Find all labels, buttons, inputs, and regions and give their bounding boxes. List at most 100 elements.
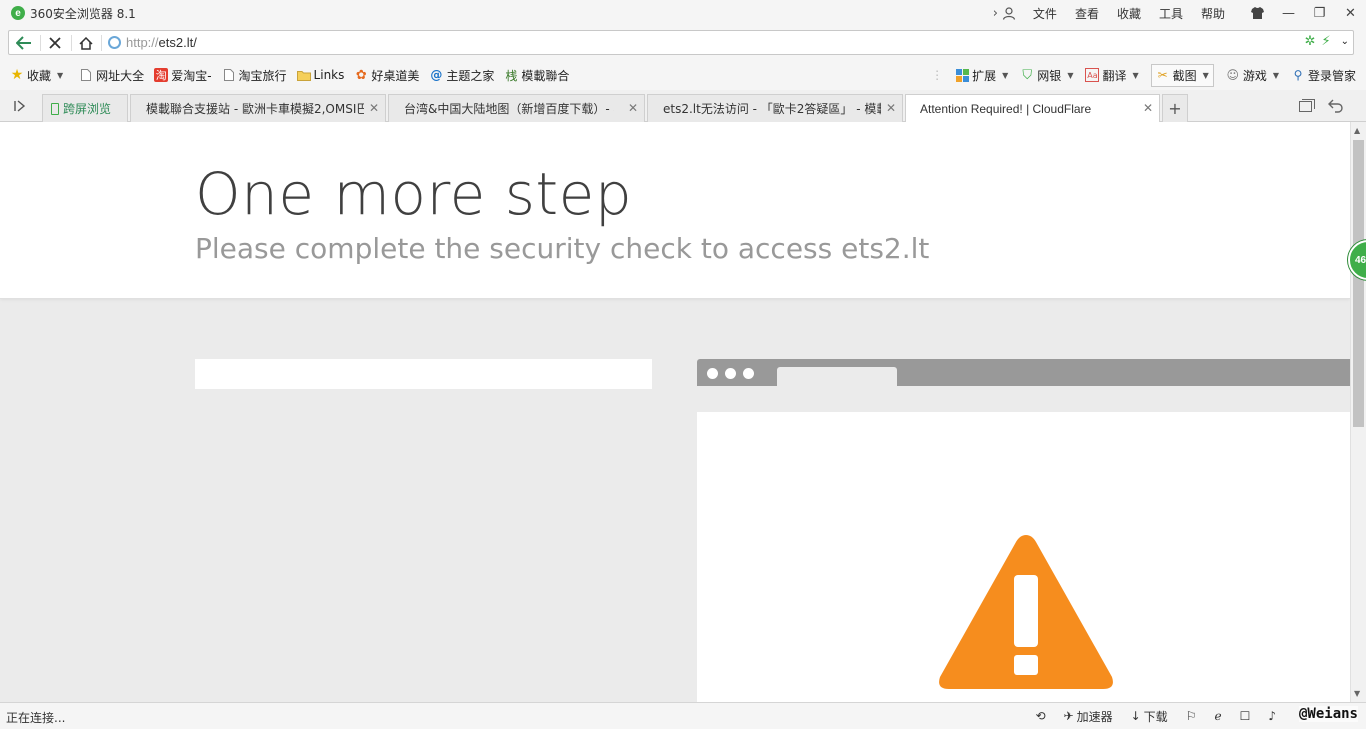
dropdown-arrow-icon[interactable]: ▼ xyxy=(1273,71,1279,80)
stop-button[interactable] xyxy=(42,31,68,55)
tab-active[interactable]: Attention Required! | CloudFlare ✕ xyxy=(905,94,1160,123)
bookmark-item[interactable]: 淘宝旅行 xyxy=(222,67,287,84)
window-mode-icon[interactable]: ☐ xyxy=(1240,709,1251,723)
translate-icon: Aa xyxy=(1085,68,1100,82)
undo-close-icon[interactable] xyxy=(1328,99,1344,116)
window-dot-icon xyxy=(743,368,754,379)
bookmark-label: Links xyxy=(313,68,345,82)
phone-icon xyxy=(51,102,59,115)
bookmark-favorites[interactable]: ★ 收藏 ▼ xyxy=(10,67,63,84)
home-button[interactable] xyxy=(73,31,99,55)
login-manager-button[interactable]: ⚲ 登录管家 xyxy=(1291,67,1356,84)
tab-list-icon[interactable] xyxy=(1299,99,1315,116)
menu-favorites[interactable]: 收藏 xyxy=(1117,5,1141,22)
chevron-right-icon[interactable]: › xyxy=(993,6,998,21)
bookmark-item[interactable]: 淘 爱淘宝- xyxy=(154,67,212,84)
page-icon xyxy=(79,68,93,82)
extensions-label: 扩展 xyxy=(972,68,997,83)
bookmark-label: 模載聯合 xyxy=(521,68,570,83)
bookmark-item[interactable]: Links xyxy=(296,68,345,82)
bookmark-item[interactable]: @ 主题之家 xyxy=(429,67,494,84)
download-button[interactable]: ↓ 下载 xyxy=(1131,708,1168,725)
bookmark-label: 好桌道美 xyxy=(371,68,420,83)
close-tab-icon[interactable]: ✕ xyxy=(886,101,896,115)
bookmark-item[interactable]: ✿ 好桌道美 xyxy=(354,67,419,84)
dropdown-arrow-icon[interactable]: ▼ xyxy=(1002,71,1008,80)
translate-button[interactable]: Aa 翻译 ▼ xyxy=(1085,67,1139,84)
bookmark-item[interactable]: 桟 模載聯合 xyxy=(504,67,569,84)
mod-icon: 桟 xyxy=(505,68,518,83)
menu-file[interactable]: 文件 xyxy=(1033,5,1057,22)
tab-label: 模載聯合支援站 - 歐洲卡車模擬2,OMSI巴士 xyxy=(146,102,364,116)
page-viewport: One more step Please complete the securi… xyxy=(0,122,1350,702)
skin-button[interactable] xyxy=(1242,2,1273,24)
dropdown-arrow-icon[interactable]: ▼ xyxy=(1203,71,1209,80)
dropdown-arrow-icon[interactable]: ▼ xyxy=(1067,71,1073,80)
screenshot-label: 截图 xyxy=(1172,68,1197,83)
chevron-down-icon[interactable]: ⌄ xyxy=(1341,36,1349,47)
title-bar: e 360安全浏览器 8.1 › 文件 查看 收藏 工具 帮助 — ❐ ✕ xyxy=(0,0,1366,26)
back-button[interactable] xyxy=(11,31,37,55)
close-window-button[interactable]: ✕ xyxy=(1335,2,1366,24)
bookmarks-bar: ★ 收藏 ▼ 网址大全 淘 爱淘宝- 淘宝旅行 Links ✿ 好桌道美 @ 主… xyxy=(0,60,1366,90)
url-text[interactable]: http://ets2.lt/ xyxy=(126,35,197,50)
bank-icon: ⛉ xyxy=(1022,67,1033,83)
captcha-placeholder xyxy=(195,359,652,389)
accelerator-button[interactable]: ✈ 加速器 xyxy=(1064,708,1113,725)
menu-view[interactable]: 查看 xyxy=(1075,5,1099,22)
taobao-icon: 淘 xyxy=(154,68,169,82)
game-button[interactable]: ☺ 游戏 ▼ xyxy=(1226,67,1279,84)
download-label: 下载 xyxy=(1143,709,1168,724)
menu-help[interactable]: 帮助 xyxy=(1201,5,1225,22)
bank-button[interactable]: ⛉ 网银 ▼ xyxy=(1020,67,1073,84)
bookmark-label: 网址大全 xyxy=(96,68,145,83)
new-tab-button[interactable]: + xyxy=(1162,94,1188,122)
status-feature-icon[interactable]: ⟲ xyxy=(1035,709,1045,723)
flag-icon[interactable]: ⚐ xyxy=(1186,709,1197,723)
scroll-thumb[interactable] xyxy=(1353,140,1364,427)
bookmark-item[interactable]: 网址大全 xyxy=(79,67,144,84)
flower-icon: ✿ xyxy=(355,67,367,83)
speed-mode-icon[interactable]: ⚡ xyxy=(1321,34,1330,49)
browser-illustration xyxy=(697,359,1350,702)
shirt-icon xyxy=(1251,7,1264,19)
accelerator-label: 加速器 xyxy=(1076,709,1113,724)
scroll-down-icon[interactable]: ▼ xyxy=(1354,689,1360,698)
maximize-button[interactable]: ❐ xyxy=(1304,2,1335,24)
tab-page[interactable]: ets2.lt无法访问 - 「歐卡2答疑區」 - 模載聯合 ✕ xyxy=(647,94,903,122)
tab-label: Attention Required! | CloudFlare xyxy=(920,102,1092,116)
sidebar-toggle-icon[interactable] xyxy=(14,100,26,115)
tab-page[interactable]: 台湾&中国大陆地图（新增百度下载）- 模載聯合 ✕ xyxy=(388,94,645,122)
address-row: http://ets2.lt/ ✲ ⚡ ⌄ xyxy=(0,26,1366,60)
game-label: 游戏 xyxy=(1242,68,1267,83)
star-icon: ★ xyxy=(10,67,24,83)
status-text: 正在连接... xyxy=(6,711,66,725)
tab-page[interactable]: 模載聯合支援站 - 歐洲卡車模擬2,OMSI巴士 ✕ xyxy=(130,94,386,122)
tab-cross-screen[interactable]: 跨屏浏览 xyxy=(42,94,128,122)
tab-label: ets2.lt无法访问 - 「歐卡2答疑區」 - 模載聯合 xyxy=(663,102,881,116)
ie-mode-icon[interactable]: ℯ xyxy=(1214,709,1221,723)
menu-tools[interactable]: 工具 xyxy=(1159,5,1183,22)
minimize-button[interactable]: — xyxy=(1273,2,1304,24)
user-icon[interactable] xyxy=(1002,6,1016,20)
bank-label: 网银 xyxy=(1037,68,1062,83)
vertical-scrollbar[interactable]: ▲ ▼ xyxy=(1350,122,1366,702)
status-bar: 正在连接... ⟲ ✈ 加速器 ↓ 下载 ⚐ ℯ ☐ ♪ @Weians xyxy=(0,702,1366,729)
refresh-spinner-icon[interactable]: ✲ xyxy=(1305,34,1316,49)
url-scheme: http:// xyxy=(126,35,159,50)
scroll-up-icon[interactable]: ▲ xyxy=(1354,126,1360,135)
login-manager-icon: ⚲ xyxy=(1293,68,1303,82)
screenshot-button[interactable]: ✂ 截图 ▼ xyxy=(1150,63,1214,87)
address-bar[interactable]: http://ets2.lt/ ✲ ⚡ ⌄ xyxy=(8,30,1354,55)
close-tab-icon[interactable]: ✕ xyxy=(628,101,638,115)
close-tab-icon[interactable]: ✕ xyxy=(1143,101,1153,115)
warning-icon xyxy=(939,535,1113,689)
window-dot-icon xyxy=(707,368,718,379)
volume-icon[interactable]: ♪ xyxy=(1268,709,1276,723)
browser-logo-icon: e xyxy=(11,6,25,20)
dropdown-arrow-icon[interactable]: ▼ xyxy=(57,71,63,80)
extensions-button[interactable]: 扩展 ▼ xyxy=(955,67,1008,84)
dropdown-arrow-icon[interactable]: ▼ xyxy=(1132,71,1138,80)
screenshot-icon: ✂ xyxy=(1157,68,1168,82)
close-tab-icon[interactable]: ✕ xyxy=(369,101,379,115)
